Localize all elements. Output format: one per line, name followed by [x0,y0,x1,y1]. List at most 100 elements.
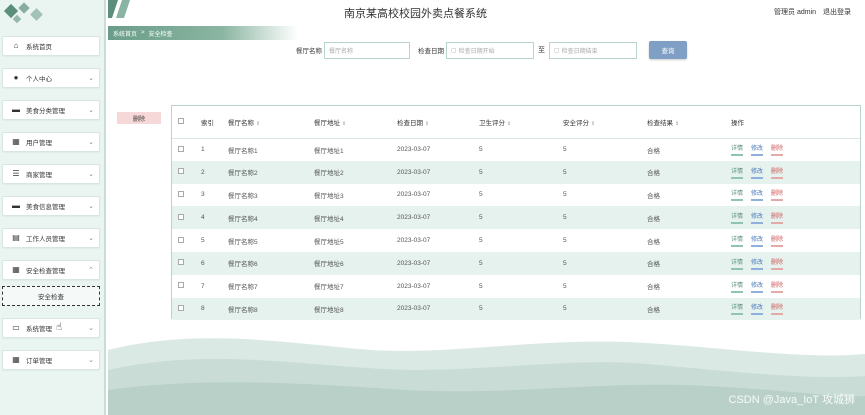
cell-safety-score: 5 [557,251,641,275]
calendar-icon: ▢ [554,47,560,54]
chevron-down-icon: ⌄ [88,139,94,146]
delete-button[interactable]: 删除 [771,234,784,248]
cell-restaurant-name: 餐厅名称4 [222,206,308,230]
cell-safety-score: 5 [557,206,641,230]
col-restaurant-name[interactable]: 餐厅名称 ⇕ [222,106,308,139]
row-checkbox[interactable] [172,160,198,184]
edit-button[interactable]: 修改 [751,302,764,316]
sidebar-item-5[interactable]: ▬ 美食信息管理 ⌄ [2,196,100,216]
date-end-input[interactable]: ▢ 检查日期结束 [549,41,637,59]
col-hygiene-score[interactable]: 卫生评分 ⇕ [473,106,557,139]
watermark: CSDN @Java_IoT 攻城狮 [728,394,856,406]
delete-button[interactable]: 删除 [771,188,784,202]
cell-actions: 详情 修改 删除 [725,206,860,230]
chevron-down-icon: ⌄ [88,203,94,210]
top-header: 南京某高校校园外卖点餐系统 管理员 admin 退出登录 [108,0,865,22]
row-checkbox[interactable] [172,251,198,275]
user-icon: ● [13,73,19,82]
col-index: 索引 [198,106,222,139]
cell-hygiene-score: 5 [479,191,483,199]
table-row: 2 餐厅名称2 餐厅地址2 2023-03-07 5 5 合格 详情 修改 删除 [172,160,860,184]
settings-icon: ☰ [12,169,20,178]
cell-index: 2 [198,160,222,184]
sidebar-subitem-safety-check[interactable]: 安全检查 [2,286,100,306]
edit-button[interactable]: 修改 [751,166,764,179]
sidebar-item-4[interactable]: ☰ 商家管理 ⌄ [2,164,100,184]
batch-delete-button[interactable]: 删除 [117,112,161,124]
sidebar-item-label: 工作人员管理 [26,236,65,243]
cell-safety-score: 5 [563,146,567,154]
table-row: 7 餐厅名称7 餐厅地址7 2023-03-07 5 5 合格 详情 修改 删除 [172,275,860,298]
sidebar-item-8[interactable]: ▭ 系统管理 ⌄ [2,318,100,338]
delete-button[interactable]: 删除 [771,257,784,270]
detail-button[interactable]: 详情 [731,211,744,225]
sidebar-item-0[interactable]: ⌂ 系统首页 [2,36,100,56]
col-check-result[interactable]: 检查结果 ⇕ [641,106,725,139]
sidebar-item-7[interactable]: ▦ 安全检查管理 ⌃ [2,260,100,280]
table-row: 1 餐厅名称1 餐厅地址1 2023-03-07 5 5 合格 详情 修改 删除 [172,138,860,161]
edit-button[interactable]: 修改 [751,143,764,157]
cell-index: 4 [198,206,222,230]
chevron-down-icon: ⌄ [88,75,94,82]
breadcrumb-home[interactable]: 系统首页 [113,29,137,38]
row-checkbox[interactable] [172,275,198,298]
cell-check-date: 2023-03-07 [397,237,431,245]
cell-hygiene-score: 5 [473,297,557,321]
edit-button[interactable]: 修改 [751,234,764,248]
detail-button[interactable]: 详情 [731,234,744,248]
detail-button[interactable]: 详情 [731,188,744,202]
col-check-date-label: 检查日期 [397,119,423,127]
detail-button[interactable]: 详情 [731,280,744,293]
cell-restaurant-name: 餐厅名称3 [228,192,258,200]
col-safety-score-label: 安全评分 [563,119,589,127]
cell-actions: 详情 修改 删除 [725,160,860,184]
table-header: 索引 餐厅名称 ⇕ 餐厅地址 ⇕ 检查日期 ⇕ 卫生评分 ⇕ 安全评分 ⇕ 检查结果 ⇕ 操… [172,106,860,139]
row-checkbox[interactable] [172,229,198,252]
row-checkbox[interactable] [172,184,198,207]
detail-button[interactable]: 详情 [731,302,744,316]
delete-button[interactable]: 删除 [771,166,784,179]
edit-button[interactable]: 修改 [751,211,764,225]
sidebar-item-9[interactable]: ▦ 订单管理 ⌄ [2,350,100,370]
col-actions: 操作 [725,106,860,139]
table-row: 6 餐厅名称6 餐厅地址6 2023-03-07 5 5 合格 详情 修改 删除 [172,251,860,275]
restaurant-name-input[interactable]: 餐厅名称 [324,41,410,59]
cell-check-date: 2023-03-07 [391,251,473,275]
row-checkbox[interactable] [172,138,198,161]
sidebar-item-2[interactable]: ▬ 美食分类管理 ⌄ [2,100,100,120]
sidebar-item-label: 安全检查管理 [26,268,65,275]
edit-button[interactable]: 修改 [751,280,764,293]
detail-button[interactable]: 详情 [731,143,744,157]
col-safety-score[interactable]: 安全评分 ⇕ [557,106,641,139]
delete-button[interactable]: 删除 [771,211,784,225]
cell-restaurant-name: 餐厅名称5 [228,238,258,246]
col-restaurant-name-label: 餐厅名称 [228,119,254,127]
chevron-down-icon: ⌄ [88,235,94,242]
delete-button[interactable]: 删除 [771,280,784,293]
detail-button[interactable]: 详情 [731,257,744,270]
edit-button[interactable]: 修改 [751,257,764,270]
cell-restaurant-address: 餐厅地址5 [314,238,344,246]
sidebar-item-6[interactable]: ▤ 工作人员管理 ⌄ [2,228,100,248]
row-checkbox[interactable] [172,206,198,230]
query-button[interactable]: 查询 [649,41,687,59]
cell-index: 3 [201,191,205,199]
calendar-icon: ▢ [451,47,457,54]
date-start-input[interactable]: ▢ 检查日期开始 [446,41,534,59]
chevron-up-icon: ⌃ [88,267,94,274]
cell-index: 7 [201,282,205,290]
cell-check-result: 合格 [641,206,725,230]
select-all-checkbox[interactable] [172,106,198,139]
detail-button[interactable]: 详情 [731,166,744,179]
logout-link[interactable]: 退出登录 [823,9,851,16]
sidebar-item-1[interactable]: ● 个人中心 ⌄ [2,68,100,88]
cell-actions: 详情 修改 删除 [725,184,860,207]
app-title: 南京某高校校园外卖点餐系统 [344,8,487,20]
delete-button[interactable]: 删除 [771,143,784,157]
col-restaurant-address[interactable]: 餐厅地址 ⇕ [308,106,391,139]
delete-button[interactable]: 删除 [771,302,784,316]
sidebar-item-3[interactable]: ▦ 用户管理 ⌄ [2,132,100,152]
edit-button[interactable]: 修改 [751,188,764,202]
col-check-date[interactable]: 检查日期 ⇕ [391,106,473,139]
row-checkbox[interactable] [172,297,198,321]
